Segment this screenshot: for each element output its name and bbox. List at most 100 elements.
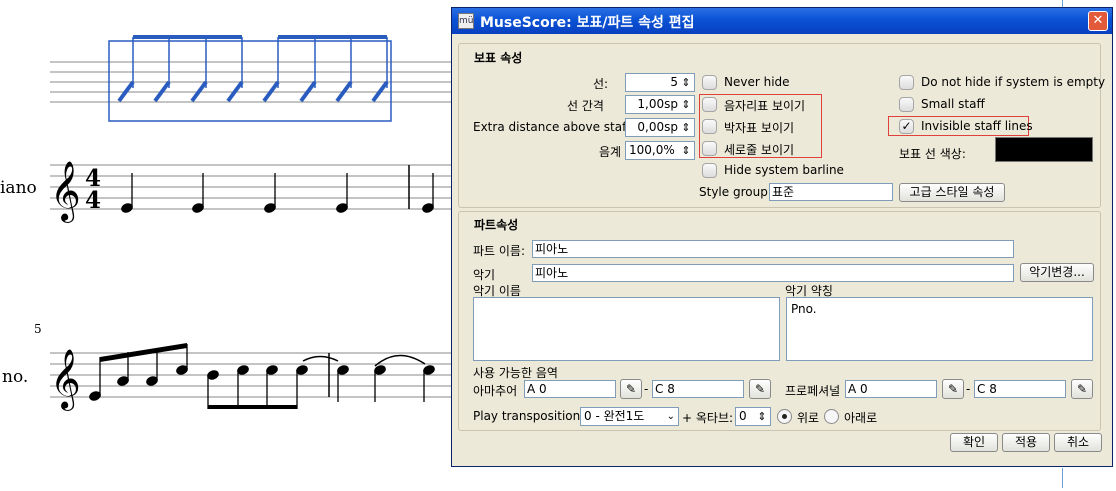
amateur-high-field[interactable]: C 8: [652, 380, 744, 398]
extra-distance-label: Extra distance above staff:: [473, 120, 635, 134]
show-timesig-checkbox[interactable]: [702, 119, 717, 134]
staff-2-name: no.: [2, 367, 28, 387]
range-dash: -: [644, 382, 649, 396]
lines-value: 5: [670, 75, 678, 89]
no-hide-if-empty-checkbox[interactable]: [899, 75, 914, 90]
transposition-value: 0 - 완전1도: [584, 409, 645, 423]
score-canvas: iano 𝄞 4 4 5 no. 𝄞: [0, 35, 455, 411]
staff-1: [50, 164, 455, 210]
change-instrument-button[interactable]: 악기변경...: [1020, 263, 1094, 282]
no-hide-if-empty-label: Do not hide if system is empty: [921, 75, 1106, 89]
octave-spinbox[interactable]: 0 ⇕: [735, 407, 771, 426]
invisible-lines-label: Invisible staff lines: [921, 119, 1033, 133]
time-signature-bottom: 4: [85, 187, 101, 214]
staff-properties-group: 보표 속성 선: 5 ⇕ 선 간격 1,00sp ⇕ Extra distanc…: [458, 43, 1105, 208]
pro-high-pick-button[interactable]: ✎: [1071, 379, 1093, 399]
small-staff-checkbox[interactable]: [899, 97, 914, 112]
instrument-label: 악기: [473, 268, 496, 282]
amateur-low-pick-button[interactable]: ✎: [620, 379, 642, 399]
spin-arrows-icon[interactable]: ⇕: [680, 120, 692, 135]
style-group-label: Style group:: [699, 185, 772, 199]
down-radio[interactable]: [824, 409, 839, 424]
scale-label: 음계: [599, 145, 622, 159]
transposition-label: Play transposition:: [473, 409, 585, 423]
notes-staff-1: [121, 173, 434, 213]
instrument-field[interactable]: 피아노: [532, 264, 1014, 282]
show-clef-label: 음자리표 보이기: [724, 99, 806, 113]
show-clef-checkbox[interactable]: [702, 97, 717, 112]
part-group-title: 파트속성: [474, 218, 519, 232]
staff-group-title: 보표 속성: [474, 51, 523, 65]
spacing-value: 1,00sp: [637, 97, 678, 111]
pencil-icon: ✎: [947, 382, 959, 396]
professional-label: 프로페셔널: [785, 384, 841, 398]
cancel-button[interactable]: 취소: [1054, 433, 1102, 452]
never-hide-checkbox[interactable]: [702, 75, 717, 90]
slash-notes: [117, 35, 389, 103]
scale-spinbox[interactable]: 100,0% ⇕: [625, 141, 695, 160]
measure-number: 5: [34, 322, 42, 336]
line-color-label: 보표 선 색상:: [899, 147, 966, 161]
spacing-spinbox[interactable]: 1,00sp ⇕: [625, 95, 695, 114]
chevron-down-icon: ⌄: [666, 411, 675, 422]
part-name-field[interactable]: 피아노: [532, 240, 1014, 258]
amateur-label: 아마추어: [473, 384, 518, 398]
advanced-style-button[interactable]: 고급 스타일 속성: [899, 183, 1005, 202]
page-edge-line-bottom: [1062, 468, 1063, 488]
pro-low-field[interactable]: A 0: [845, 380, 937, 398]
up-radio[interactable]: [777, 409, 792, 424]
apply-button[interactable]: 적용: [1002, 433, 1050, 452]
line-color-swatch[interactable]: [995, 137, 1093, 162]
pencil-icon: ✎: [625, 382, 637, 396]
spin-arrows-icon[interactable]: ⇕: [680, 143, 692, 158]
range-dash: -: [966, 382, 971, 396]
lines-spinbox[interactable]: 5 ⇕: [625, 73, 695, 92]
spin-arrows-icon[interactable]: ⇕: [680, 97, 692, 112]
slash-staff: [50, 61, 455, 103]
down-label: 아래로: [844, 411, 878, 425]
octave-value: 0: [739, 409, 747, 423]
ok-button[interactable]: 확인: [950, 433, 998, 452]
spin-arrows-icon[interactable]: ⇕: [756, 409, 768, 424]
octave-label: + 옥타브:: [682, 411, 734, 425]
dialog-titlebar[interactable]: mü MuseScore: 보표/파트 속성 편집 ✕: [452, 8, 1112, 34]
spin-arrows-icon[interactable]: ⇕: [680, 75, 692, 90]
transposition-select[interactable]: 0 - 완전1도 ⌄: [580, 407, 679, 426]
selection-box[interactable]: [108, 40, 392, 122]
pro-high-field[interactable]: C 8: [974, 380, 1066, 398]
small-staff-label: Small staff: [921, 97, 985, 111]
staff-properties-dialog: mü MuseScore: 보표/파트 속성 편집 ✕ 보표 속성 선: 5 ⇕…: [451, 7, 1113, 467]
close-button[interactable]: ✕: [1088, 11, 1108, 31]
extra-distance-spinbox[interactable]: 0,00sp ⇕: [625, 118, 695, 137]
pencil-icon: ✎: [754, 382, 766, 396]
hide-system-barline-checkbox[interactable]: [702, 163, 717, 178]
staff-1-name: iano: [0, 178, 37, 198]
score-view: iano 𝄞 4 4 5 no. 𝄞: [0, 0, 460, 488]
invisible-lines-checkbox[interactable]: ✓: [899, 119, 914, 134]
usable-range-label: 사용 가능한 음역: [473, 366, 558, 380]
short-name-value: Pno.: [791, 302, 817, 316]
checkmark-icon: ✓: [901, 119, 912, 133]
show-timesig-label: 박자표 보이기: [724, 121, 795, 135]
part-name-label: 파트 이름:: [473, 244, 526, 258]
extra-distance-value: 0,00sp: [637, 120, 678, 134]
hide-system-barline-label: Hide system barline: [724, 163, 844, 177]
up-label: 위로: [797, 411, 820, 425]
amateur-high-pick-button[interactable]: ✎: [749, 379, 771, 399]
show-barlines-label: 세로줄 보이기: [724, 143, 795, 157]
style-group-field[interactable]: 표준: [769, 183, 893, 201]
never-hide-label: Never hide: [724, 75, 790, 89]
pencil-icon: ✎: [1076, 382, 1088, 396]
amateur-low-field[interactable]: A 0: [524, 380, 616, 398]
treble-clef-2: 𝄞: [50, 349, 81, 411]
dialog-title: MuseScore: 보표/파트 속성 편집: [480, 15, 695, 31]
show-barlines-checkbox[interactable]: [702, 141, 717, 156]
part-properties-group: 파트속성 파트 이름: 피아노 악기 피아노 악기변경... 악기 이름 악기 …: [458, 211, 1101, 431]
treble-clef: 𝄞: [50, 161, 81, 223]
long-name-field[interactable]: [473, 297, 780, 361]
pro-low-pick-button[interactable]: ✎: [942, 379, 964, 399]
spacing-label: 선 간격: [567, 99, 604, 113]
lines-label: 선:: [593, 77, 609, 91]
short-name-field[interactable]: Pno.: [786, 297, 1093, 361]
scale-value: 100,0%: [629, 143, 675, 157]
